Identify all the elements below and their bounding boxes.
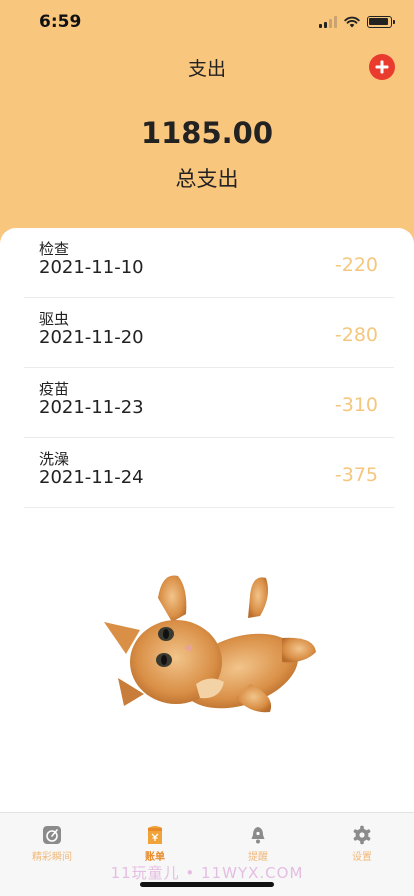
bell-icon xyxy=(251,827,265,844)
tab-label: 精彩瞬间 xyxy=(32,852,72,863)
watermark-text: 11玩童儿 • 11WYX.COM xyxy=(110,864,304,882)
expense-date: 2021-11-20 xyxy=(39,327,144,348)
battery-icon xyxy=(367,16,395,28)
bill-icon xyxy=(148,826,162,844)
signal-icon xyxy=(319,16,337,28)
wifi-icon xyxy=(344,16,360,28)
total-label: 总支出 xyxy=(175,167,239,191)
expense-amount: -280 xyxy=(334,324,378,346)
expense-date: 2021-11-10 xyxy=(39,257,144,278)
tab-moments[interactable]: 精彩瞬间 xyxy=(7,825,97,863)
pencil-square-icon xyxy=(43,826,61,844)
kitten-illustration xyxy=(104,575,316,713)
expense-row[interactable]: 疫苗 2021-11-23 -310 xyxy=(24,368,394,438)
tab-label: 设置 xyxy=(352,852,372,863)
tab-bill[interactable]: 账单 xyxy=(110,825,200,863)
expense-amount: -220 xyxy=(334,254,378,276)
expense-date: 2021-11-23 xyxy=(39,397,144,418)
tab-reminder[interactable]: 提醒 xyxy=(213,825,303,863)
expense-row[interactable]: 洗澡 2021-11-24 -375 xyxy=(24,438,394,508)
status-icons xyxy=(319,15,395,29)
total-amount: 1185.00 xyxy=(140,116,274,150)
expense-date: 2021-11-24 xyxy=(39,467,144,488)
expense-amount: -375 xyxy=(334,464,378,486)
status-time: 6:59 xyxy=(39,12,82,32)
tab-label: 提醒 xyxy=(248,852,268,863)
expense-row[interactable]: 驱虫 2021-11-20 -280 xyxy=(24,298,394,368)
expense-title: 检查 xyxy=(39,240,70,258)
expense-title: 疫苗 xyxy=(39,380,70,398)
add-expense-button[interactable] xyxy=(369,54,395,80)
tab-settings[interactable]: 设置 xyxy=(317,825,407,863)
status-bar: 6:59 xyxy=(0,0,414,44)
home-indicator[interactable] xyxy=(140,882,274,887)
expense-row[interactable]: 检查 2021-11-10 -220 xyxy=(24,228,394,298)
expense-amount: -310 xyxy=(334,394,378,416)
tab-label: 账单 xyxy=(145,852,165,863)
expense-title: 洗澡 xyxy=(39,450,70,468)
plus-icon xyxy=(375,60,389,74)
expense-list: 检查 2021-11-10 -220 驱虫 2021-11-20 -280 疫苗… xyxy=(24,228,394,508)
expense-title: 驱虫 xyxy=(39,310,70,328)
page-title: 支出 xyxy=(187,58,226,80)
gear-icon xyxy=(353,825,371,845)
